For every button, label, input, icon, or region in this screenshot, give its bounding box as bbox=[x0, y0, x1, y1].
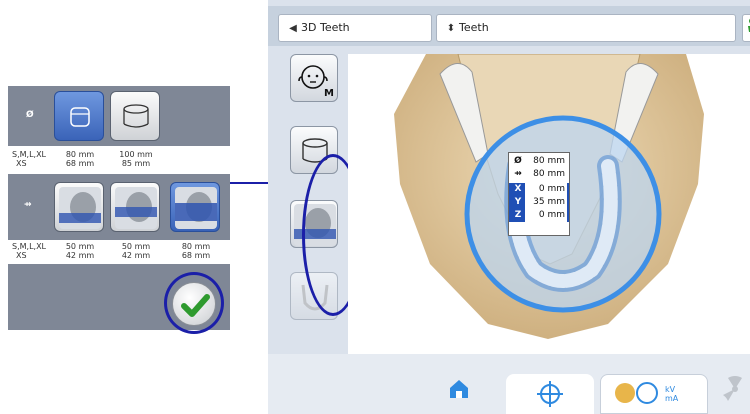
info-height-row: ⇸ 80 mm bbox=[509, 168, 569, 181]
info-y-row: Y 35 mm bbox=[509, 196, 569, 209]
cylinder-icon bbox=[123, 104, 149, 128]
sidebar: M bbox=[280, 54, 364, 354]
size-m-label: M bbox=[324, 88, 334, 99]
patient-button[interactable] bbox=[742, 14, 750, 42]
fov1-a: 80 mm bbox=[65, 150, 95, 159]
3d-preview-view: Ø 80 mm ⇸ 80 mm X 0 mm Y 35 mm Z 0 mm bbox=[348, 54, 750, 354]
home-icon bbox=[450, 380, 468, 398]
height-options-row: ⇸ bbox=[8, 174, 230, 240]
hfov1-b: 42 mm bbox=[65, 251, 95, 260]
hfov1-a: 50 mm bbox=[65, 242, 95, 251]
region-select[interactable]: ⬍ Teeth bbox=[436, 14, 736, 42]
height-icon: ⇸ bbox=[514, 169, 522, 179]
acquisition-app: ◀ 3D Teeth ⬍ Teeth M Ø 80 mm ⇸ 80 mm X 0… bbox=[268, 0, 750, 414]
info-y-value: 35 mm bbox=[525, 196, 567, 209]
volume-type-label: 3D Teeth bbox=[301, 21, 350, 34]
diameter-icon: Ø bbox=[514, 156, 522, 166]
size-label: S,M,L,XL bbox=[12, 150, 47, 159]
head-icon bbox=[175, 187, 217, 229]
bottom-toolbar: kV mA bbox=[268, 354, 750, 414]
height-symbol: ⇸ bbox=[24, 200, 32, 210]
diameter-captions: S,M,L,XL XS 80 mm 68 mm 100 mm 85 mm bbox=[8, 146, 230, 174]
fov-info-box: Ø 80 mm ⇸ 80 mm X 0 mm Y 35 mm Z 0 mm bbox=[508, 152, 570, 236]
patient-kv-ma-tab[interactable]: kV mA bbox=[600, 374, 708, 414]
info-x-row: X 0 mm bbox=[509, 183, 569, 196]
radiation-tab[interactable] bbox=[720, 374, 750, 414]
hfov3-b: 68 mm bbox=[181, 251, 211, 260]
region-label: Teeth bbox=[459, 21, 489, 34]
radiation-icon bbox=[723, 375, 742, 401]
target-tab[interactable] bbox=[506, 374, 594, 414]
head-icon bbox=[115, 187, 157, 229]
info-x-value: 0 mm bbox=[525, 183, 567, 196]
hfov2-a: 50 mm bbox=[121, 242, 151, 251]
fov2-a: 100 mm bbox=[119, 150, 153, 159]
patient-kv-ma-icon bbox=[615, 382, 658, 404]
size-label: S,M,L,XL bbox=[12, 242, 47, 251]
confirm-highlight-ring bbox=[164, 272, 224, 334]
size-label-xs: XS bbox=[16, 251, 27, 260]
info-height-value: 80 mm bbox=[533, 169, 565, 179]
info-diameter-row: Ø 80 mm bbox=[509, 155, 569, 168]
info-z-row: Z 0 mm bbox=[509, 209, 569, 222]
hfov2-b: 42 mm bbox=[121, 251, 151, 260]
up-down-icon: ⬍ bbox=[446, 23, 456, 34]
home-tab[interactable] bbox=[444, 374, 474, 414]
info-y-key: Y bbox=[514, 197, 522, 207]
height-50mm-b-button[interactable] bbox=[110, 182, 160, 232]
volume-type-button[interactable]: ◀ 3D Teeth bbox=[278, 14, 432, 42]
head-icon bbox=[59, 187, 101, 229]
info-diameter-value: 80 mm bbox=[533, 156, 565, 166]
back-triangle-icon: ◀ bbox=[289, 23, 297, 34]
crosshair-icon bbox=[537, 381, 563, 407]
height-captions: S,M,L,XL XS 50 mm 42 mm 50 mm 42 mm 80 m… bbox=[8, 240, 230, 264]
fov2-b: 85 mm bbox=[121, 159, 151, 168]
screenshot: Ø S,M,L,XL XS 80 mm 68 mm 100 mm 85 mm ⇸ bbox=[0, 0, 750, 414]
fov-80mm-button[interactable] bbox=[54, 91, 104, 141]
standing-person-icon bbox=[748, 18, 750, 32]
height-80mm-button[interactable] bbox=[170, 182, 220, 232]
size-label-xs: XS bbox=[16, 159, 27, 168]
diameter-options-row: Ø bbox=[8, 86, 230, 146]
height-50mm-a-button[interactable] bbox=[54, 182, 104, 232]
cylinder-icon bbox=[70, 107, 90, 127]
kv-ma-label: kV mA bbox=[665, 385, 679, 403]
diameter-symbol: Ø bbox=[26, 110, 34, 120]
info-z-key: Z bbox=[514, 210, 522, 220]
fov1-b: 68 mm bbox=[65, 159, 95, 168]
info-x-key: X bbox=[514, 184, 522, 194]
hfov3-a: 80 mm bbox=[181, 242, 211, 251]
fov-100mm-button[interactable] bbox=[110, 91, 160, 141]
patient-head-button[interactable]: M bbox=[290, 54, 338, 102]
info-z-value: 0 mm bbox=[525, 209, 567, 222]
